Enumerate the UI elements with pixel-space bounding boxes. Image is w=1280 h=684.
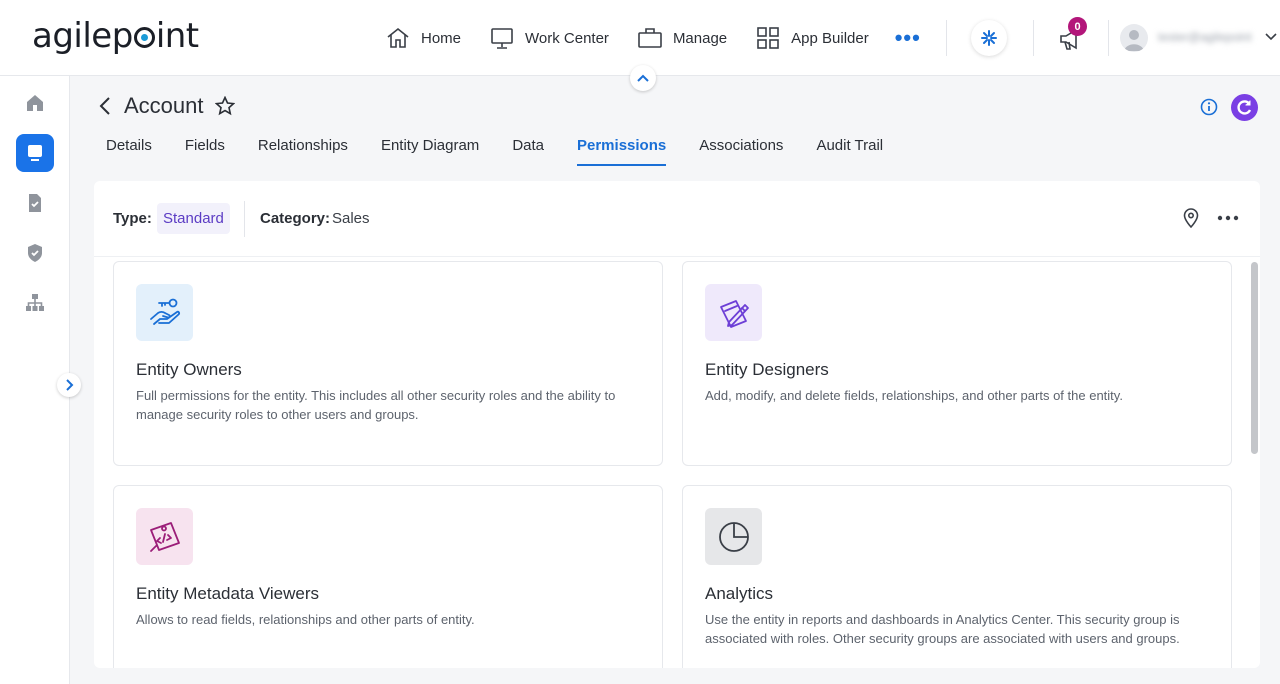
expand-sidebar-button[interactable] <box>57 373 81 397</box>
design-pencil-icon <box>719 299 749 328</box>
sidebar-item-hierarchy[interactable] <box>16 284 54 322</box>
avatar[interactable] <box>1120 24 1148 52</box>
shield-icon <box>28 244 42 262</box>
entity-info-row: Type: Standard Category: Sales <box>94 181 1260 257</box>
document-check-icon <box>29 194 41 212</box>
tab-associations[interactable]: Associations <box>699 137 783 166</box>
sidebar-item-security[interactable] <box>16 234 54 272</box>
tab-permissions[interactable]: Permissions <box>577 137 667 166</box>
card-description: Allows to read fields, relationships and… <box>136 612 475 627</box>
main-nav: Home Work Center Manage App Builder ••• <box>385 24 921 52</box>
category-label: Category: <box>260 210 331 227</box>
nav-work-center[interactable]: Work Center <box>489 26 609 50</box>
scrollbar-thumb[interactable] <box>1251 262 1258 454</box>
sidebar-item-documents[interactable] <box>16 184 54 222</box>
nav-home[interactable]: Home <box>385 26 461 50</box>
card-title: Entity Metadata Viewers <box>136 584 319 603</box>
card-icon-container <box>705 284 762 341</box>
type-badge: Standard <box>157 203 230 234</box>
star-icon[interactable] <box>215 96 235 116</box>
card-icon-container <box>705 508 762 565</box>
card-icon-container <box>136 508 193 565</box>
chevron-up-icon <box>637 74 649 82</box>
sidebar-item-home[interactable] <box>16 84 54 122</box>
chevron-right-icon <box>66 379 74 391</box>
refresh-icon <box>1237 100 1252 115</box>
chevron-down-icon[interactable] <box>1265 32 1277 42</box>
nav-more-button[interactable]: ••• <box>895 25 921 51</box>
tab-entity-diagram[interactable]: Entity Diagram <box>381 137 479 166</box>
card-title: Analytics <box>705 584 774 603</box>
type-label: Type: <box>113 210 152 227</box>
briefcase-icon <box>638 28 662 48</box>
grid-icon <box>757 27 779 49</box>
hierarchy-icon <box>26 294 44 311</box>
more-options-icon[interactable] <box>1217 215 1239 221</box>
pie-chart-icon <box>718 521 749 552</box>
sidebar-item-entities[interactable] <box>16 134 54 172</box>
divider <box>946 20 947 56</box>
user-name[interactable]: tester@agilepoint <box>1158 30 1252 44</box>
page-title: Account <box>124 93 204 118</box>
app-logo[interactable]: agilep int <box>32 16 199 56</box>
permission-card-entity-owners[interactable]: Entity Owners Full permissions for the e… <box>113 261 663 466</box>
tab-audit-trail[interactable]: Audit Trail <box>816 137 883 166</box>
notification-badge: 0 <box>1068 17 1087 36</box>
code-view-icon <box>149 521 180 552</box>
tab-bar: Details Fields Relationships Entity Diag… <box>106 137 916 166</box>
home-icon <box>387 27 409 48</box>
permission-card-entity-designers[interactable]: Entity Designers Add, modify, and delete… <box>682 261 1232 466</box>
nav-app-builder[interactable]: App Builder <box>755 26 869 50</box>
divider <box>1033 20 1034 56</box>
home-icon <box>27 95 43 111</box>
refresh-button[interactable] <box>1231 94 1258 121</box>
monitor-icon <box>491 28 513 49</box>
card-description: Use the entity in reports and dashboards… <box>705 612 1180 646</box>
tab-data[interactable]: Data <box>512 137 544 166</box>
location-pin-icon[interactable] <box>1183 208 1199 228</box>
tab-fields[interactable]: Fields <box>185 137 225 166</box>
nav-home-label: Home <box>421 29 462 47</box>
card-icon-container <box>136 284 193 341</box>
permission-card-analytics[interactable]: Analytics Use the entity in reports and … <box>682 485 1232 668</box>
monitor-icon <box>28 145 42 161</box>
permission-card-entity-metadata-viewers[interactable]: Entity Metadata Viewers Allows to read f… <box>113 485 663 668</box>
permissions-panel: Type: Standard Category: Sales Entity Ow… <box>94 181 1260 668</box>
ai-assistant-button[interactable] <box>971 20 1007 56</box>
tab-details[interactable]: Details <box>106 137 152 166</box>
tab-relationships[interactable]: Relationships <box>258 137 348 166</box>
divider <box>244 201 245 237</box>
nav-app-builder-label: App Builder <box>791 29 869 47</box>
collapse-header-button[interactable] <box>630 65 656 91</box>
card-description: Full permissions for the entity. This in… <box>136 388 616 422</box>
nav-work-center-label: Work Center <box>525 29 609 47</box>
card-title: Entity Designers <box>705 360 829 379</box>
card-description: Add, modify, and delete fields, relation… <box>705 388 1123 403</box>
nav-manage[interactable]: Manage <box>637 26 727 50</box>
user-icon <box>1124 30 1144 51</box>
sparkle-icon <box>981 30 997 46</box>
category-value: Sales <box>332 210 370 227</box>
back-arrow-icon[interactable] <box>98 96 112 116</box>
key-hand-icon <box>149 298 180 325</box>
nav-manage-label: Manage <box>672 29 728 47</box>
card-title: Entity Owners <box>136 360 242 379</box>
divider <box>1108 20 1109 56</box>
info-icon[interactable] <box>1200 98 1218 116</box>
